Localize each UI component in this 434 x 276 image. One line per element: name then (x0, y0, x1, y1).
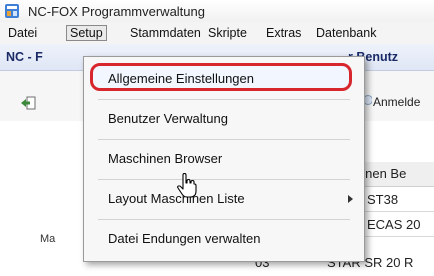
row-machine-name: ST38 (367, 192, 399, 207)
back-arrow-icon[interactable] (20, 96, 36, 110)
menu-separator (98, 139, 350, 140)
menu-datei[interactable]: Datei (4, 25, 41, 41)
menu-skripte[interactable]: Skripte (204, 25, 251, 41)
header-title-left: NC - F (6, 50, 43, 64)
menu-item-layout-maschinen-liste[interactable]: Layout Maschinen Liste (84, 183, 364, 213)
mouse-cursor-hand-icon (177, 173, 197, 198)
title-bar: NC-FOX Programmverwaltung (0, 0, 434, 23)
menu-datenbank[interactable]: Datenbank (312, 25, 380, 41)
setup-dropdown-menu: Allgemeine Einstellungen Benutzer Verwal… (83, 56, 365, 262)
menu-item-label: Maschinen Browser (108, 151, 223, 166)
app-icon (5, 4, 19, 18)
menu-setup[interactable]: Setup (66, 25, 107, 41)
menu-item-label: Datei Endungen verwalten (108, 231, 261, 246)
menu-item-label: Benutzer Verwaltung (108, 111, 228, 126)
menu-stammdaten[interactable]: Stammdaten (126, 25, 205, 41)
side-label: Ma (40, 233, 56, 245)
submenu-arrow-icon (348, 195, 353, 203)
menu-extras[interactable]: Extras (262, 25, 305, 41)
menu-item-benutzer-verwaltung[interactable]: Benutzer Verwaltung (84, 103, 364, 133)
menu-bar: Datei Setup Stammdaten Skripte Extras Da… (0, 22, 434, 45)
menu-separator (98, 219, 350, 220)
menu-item-allgemeine-einstellungen[interactable]: Allgemeine Einstellungen (84, 63, 364, 93)
menu-separator (98, 99, 350, 100)
menu-item-maschinen-browser[interactable]: Maschinen Browser (84, 143, 364, 173)
login-button-label[interactable]: Anmelde (373, 95, 420, 109)
app-window: NC-FOX Programmverwaltung Datei Setup St… (0, 0, 434, 276)
menu-separator (98, 179, 350, 180)
window-title: NC-FOX Programmverwaltung (28, 4, 205, 19)
menu-item-label: Allgemeine Einstellungen (108, 71, 254, 86)
menu-item-datei-endungen-verwalten[interactable]: Datei Endungen verwalten (84, 223, 364, 253)
row-machine-name: ECAS 20 (367, 217, 421, 232)
